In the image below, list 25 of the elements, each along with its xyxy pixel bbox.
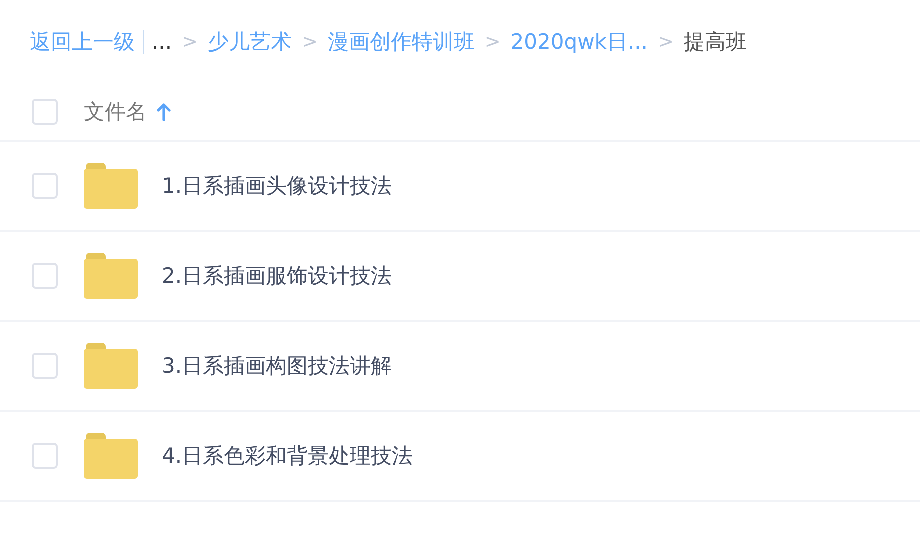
back-link[interactable]: 返回上一级 <box>30 28 135 56</box>
row-checkbox[interactable] <box>32 263 58 289</box>
breadcrumb-link[interactable]: 2020qwk日... <box>510 28 648 56</box>
folder-icon <box>84 253 138 299</box>
row-checkbox[interactable] <box>32 443 58 469</box>
separator: > <box>302 31 318 53</box>
separator: > <box>484 31 501 53</box>
select-all-checkbox[interactable] <box>32 99 58 125</box>
separator: > <box>658 31 674 53</box>
row-checkbox[interactable] <box>32 173 58 199</box>
breadcrumb-link[interactable]: 漫画创作特训班 <box>328 28 475 56</box>
file-name[interactable]: 2.日系插画服饰设计技法 <box>162 262 392 290</box>
breadcrumb-ellipsis: ... <box>152 30 172 54</box>
row-checkbox[interactable] <box>32 353 58 379</box>
file-name[interactable]: 1.日系插画头像设计技法 <box>162 172 392 200</box>
file-name[interactable]: 3.日系插画构图技法讲解 <box>162 352 392 380</box>
folder-icon <box>84 343 138 389</box>
folder-icon <box>84 433 138 479</box>
column-header[interactable]: 文件名 <box>84 98 147 126</box>
breadcrumb-link[interactable]: 少儿艺术 <box>208 28 292 56</box>
breadcrumb-current: 提高班 <box>684 29 747 56</box>
file-name[interactable]: 4.日系色彩和背景处理技法 <box>162 442 414 470</box>
arrow-up-icon[interactable] <box>157 103 171 121</box>
folder-icon <box>84 163 138 209</box>
separator: > <box>182 31 198 53</box>
